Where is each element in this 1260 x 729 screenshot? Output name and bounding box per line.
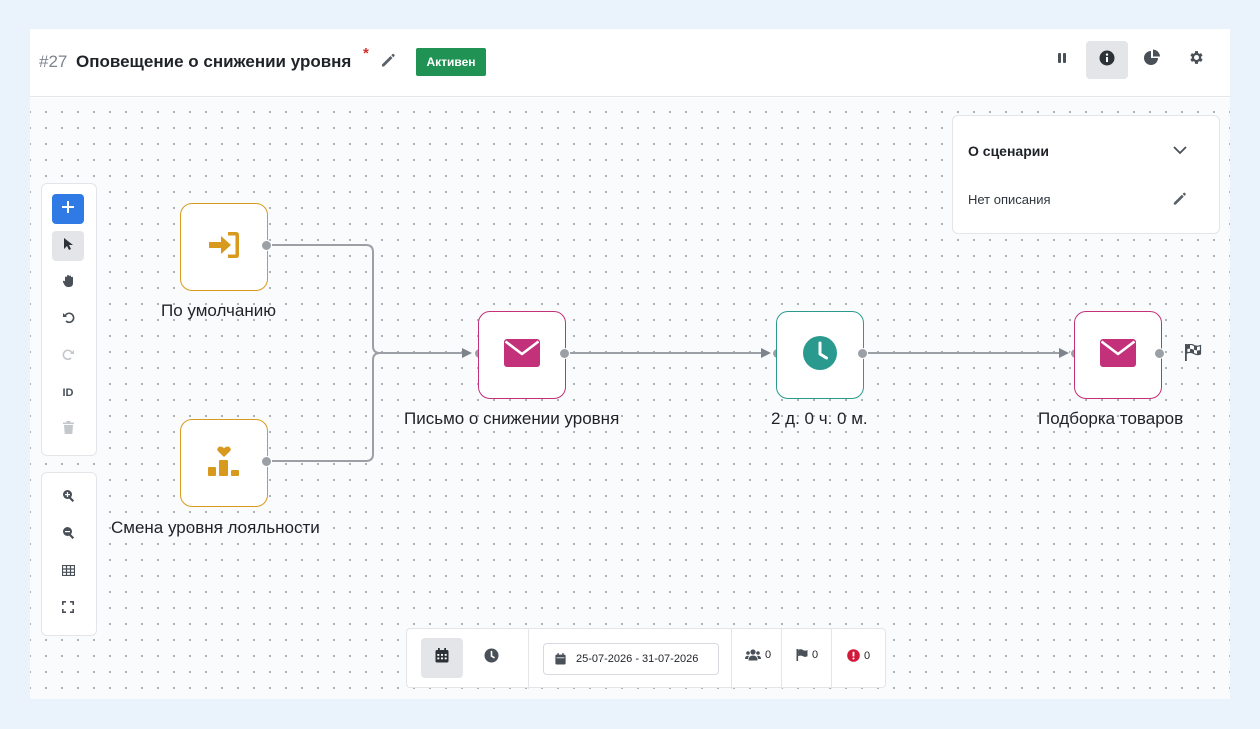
sign-in-icon xyxy=(206,229,242,266)
redo-icon xyxy=(62,348,75,366)
pan-tool-button[interactable] xyxy=(52,268,84,298)
required-mark: * xyxy=(363,45,369,62)
port-out-default[interactable] xyxy=(261,240,272,251)
gear-icon xyxy=(1188,49,1205,71)
edge-loyalty-to-email xyxy=(272,352,381,462)
finish-flag-icon xyxy=(1184,343,1202,366)
calendar-icon xyxy=(435,648,449,668)
statistics-button[interactable] xyxy=(1131,41,1173,79)
edit-toolbar: ID xyxy=(41,183,97,456)
show-ids-button[interactable]: ID xyxy=(52,378,84,408)
node-label-loyalty: Смена уровня лояльности xyxy=(111,518,320,537)
redo-button[interactable] xyxy=(52,342,84,372)
undo-icon xyxy=(62,311,75,329)
port-out-email-2[interactable] xyxy=(1154,348,1165,359)
about-description: Нет описания xyxy=(968,192,1051,207)
status-badge: Активен xyxy=(416,48,486,76)
scenario-id: #27 xyxy=(39,52,68,71)
scenario-title: Оповещение о снижении уровня xyxy=(76,52,352,71)
separator xyxy=(731,629,732,689)
envelope-icon xyxy=(1100,338,1136,372)
edit-description-pencil-icon[interactable] xyxy=(1171,190,1188,212)
envelope-icon xyxy=(504,338,540,372)
fullscreen-icon xyxy=(62,600,74,618)
node-label-delay: 2 д. 0 ч. 0 м. xyxy=(771,409,868,428)
goals-count: 0 xyxy=(812,649,819,661)
date-range-picker[interactable]: 25-07-2026 - 31-07-2026 xyxy=(543,643,719,675)
users-count: 0 xyxy=(765,649,772,661)
id-label: ID xyxy=(62,387,74,399)
settings-button[interactable] xyxy=(1175,41,1217,79)
delay-node[interactable] xyxy=(776,311,864,399)
grid-icon xyxy=(61,563,75,581)
undo-button[interactable] xyxy=(52,305,84,335)
node-label-email-1: Письмо о снижении уровня xyxy=(404,409,620,428)
grid-button[interactable] xyxy=(52,557,84,587)
fullscreen-button[interactable] xyxy=(52,594,84,624)
errors-stat[interactable]: 0 xyxy=(847,649,870,662)
date-range-text: 25-07-2026 - 31-07-2026 xyxy=(576,653,699,665)
port-out-email-1[interactable] xyxy=(559,348,570,359)
goals-stat[interactable]: 0 xyxy=(796,649,818,661)
zoom-toolbar xyxy=(41,472,97,636)
about-scenario-panel: О сценарии Нет описания xyxy=(952,115,1220,234)
calendar-filter-button[interactable] xyxy=(421,638,463,678)
add-node-button[interactable] xyxy=(52,194,84,224)
hand-icon xyxy=(62,274,75,293)
info-icon xyxy=(1099,50,1115,71)
bottom-filter-bar: 25-07-2026 - 31-07-2026 0 0 0 xyxy=(406,628,886,689)
calendar-icon xyxy=(544,653,576,665)
flag-icon xyxy=(796,649,808,661)
edit-title-pencil-icon[interactable] xyxy=(379,51,397,69)
zoom-out-button[interactable] xyxy=(52,520,84,550)
port-out-loyalty[interactable] xyxy=(261,456,272,467)
select-tool-button[interactable] xyxy=(52,231,84,261)
trigger-node-default[interactable] xyxy=(180,203,268,291)
email-node-level-drop[interactable] xyxy=(478,311,566,399)
trigger-node-loyalty[interactable] xyxy=(180,419,268,507)
separator xyxy=(528,629,529,689)
pointer-icon xyxy=(62,237,74,256)
edge-default-to-email xyxy=(272,244,466,354)
trash-icon xyxy=(62,421,74,439)
zoom-out-icon xyxy=(62,526,75,544)
clock-icon xyxy=(484,648,499,668)
zoom-in-icon xyxy=(62,489,75,507)
node-label-email-2: Подборка товаров xyxy=(1038,409,1184,428)
node-label-default: По умолчанию xyxy=(161,301,276,320)
about-title: О сценарии xyxy=(968,143,1049,159)
chart-pie-icon xyxy=(1143,49,1161,72)
separator xyxy=(831,629,832,689)
email-node-product-selection[interactable] xyxy=(1074,311,1162,399)
chevron-down-icon[interactable] xyxy=(1172,142,1188,163)
zoom-in-button[interactable] xyxy=(52,483,84,513)
header: #27 Оповещение о снижении уровня * Актив… xyxy=(30,29,1230,97)
delete-button[interactable] xyxy=(52,415,84,445)
plus-icon xyxy=(62,200,74,218)
users-icon xyxy=(745,649,761,661)
scenario-editor-window: #27 Оповещение о снижении уровня * Актив… xyxy=(30,29,1230,699)
errors-count: 0 xyxy=(864,649,871,662)
time-filter-button[interactable] xyxy=(470,638,512,678)
clock-icon xyxy=(802,335,838,376)
error-icon xyxy=(847,649,860,662)
workflow-canvas[interactable]: ID О сценарии Нет описания По умолчанию … xyxy=(30,98,1230,699)
pause-button[interactable] xyxy=(1041,41,1083,79)
users-stat[interactable]: 0 xyxy=(745,649,771,661)
info-button[interactable] xyxy=(1086,41,1128,79)
port-out-delay[interactable] xyxy=(857,348,868,359)
pause-icon xyxy=(1055,51,1069,70)
separator xyxy=(781,629,782,689)
podium-heart-icon xyxy=(206,443,242,484)
